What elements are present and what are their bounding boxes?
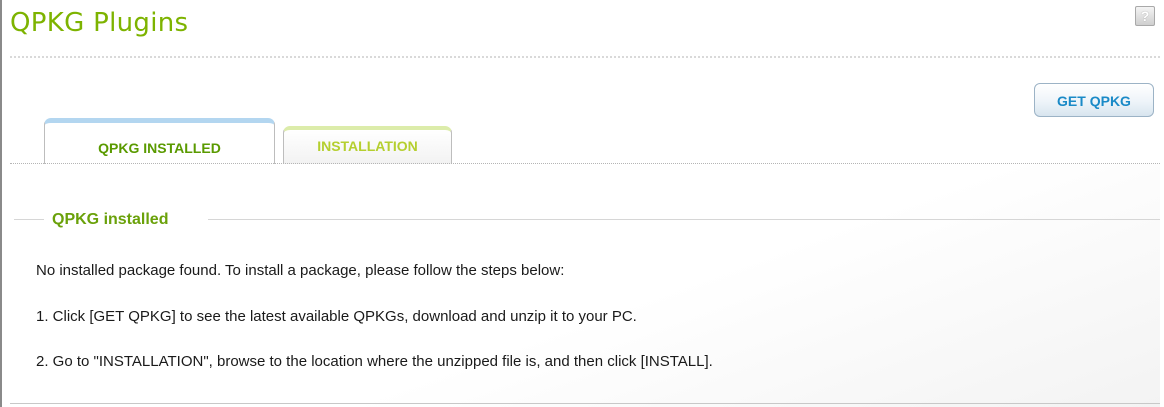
group-border-right xyxy=(208,219,1160,220)
app-frame: QPKG Plugins ? GET QPKG QPKG INSTALLED I… xyxy=(0,0,1164,407)
get-qpkg-button[interactable]: GET QPKG xyxy=(1034,83,1154,117)
instruction-step-1: 1. Click [GET QPKG] to see the latest av… xyxy=(36,308,637,325)
instruction-step-2: 2. Go to "INSTALLATION", browse to the l… xyxy=(36,353,713,370)
bottom-divider xyxy=(10,403,1160,404)
page-title: QPKG Plugins xyxy=(10,8,189,38)
group-title: QPKG installed xyxy=(48,209,173,231)
help-icon[interactable]: ? xyxy=(1135,6,1155,26)
tab-qpkg-installed[interactable]: QPKG INSTALLED xyxy=(44,118,275,164)
info-message: No installed package found. To install a… xyxy=(36,262,565,279)
tab-installation[interactable]: INSTALLATION xyxy=(283,126,452,164)
title-divider xyxy=(10,56,1160,58)
group-border-left xyxy=(14,219,44,220)
